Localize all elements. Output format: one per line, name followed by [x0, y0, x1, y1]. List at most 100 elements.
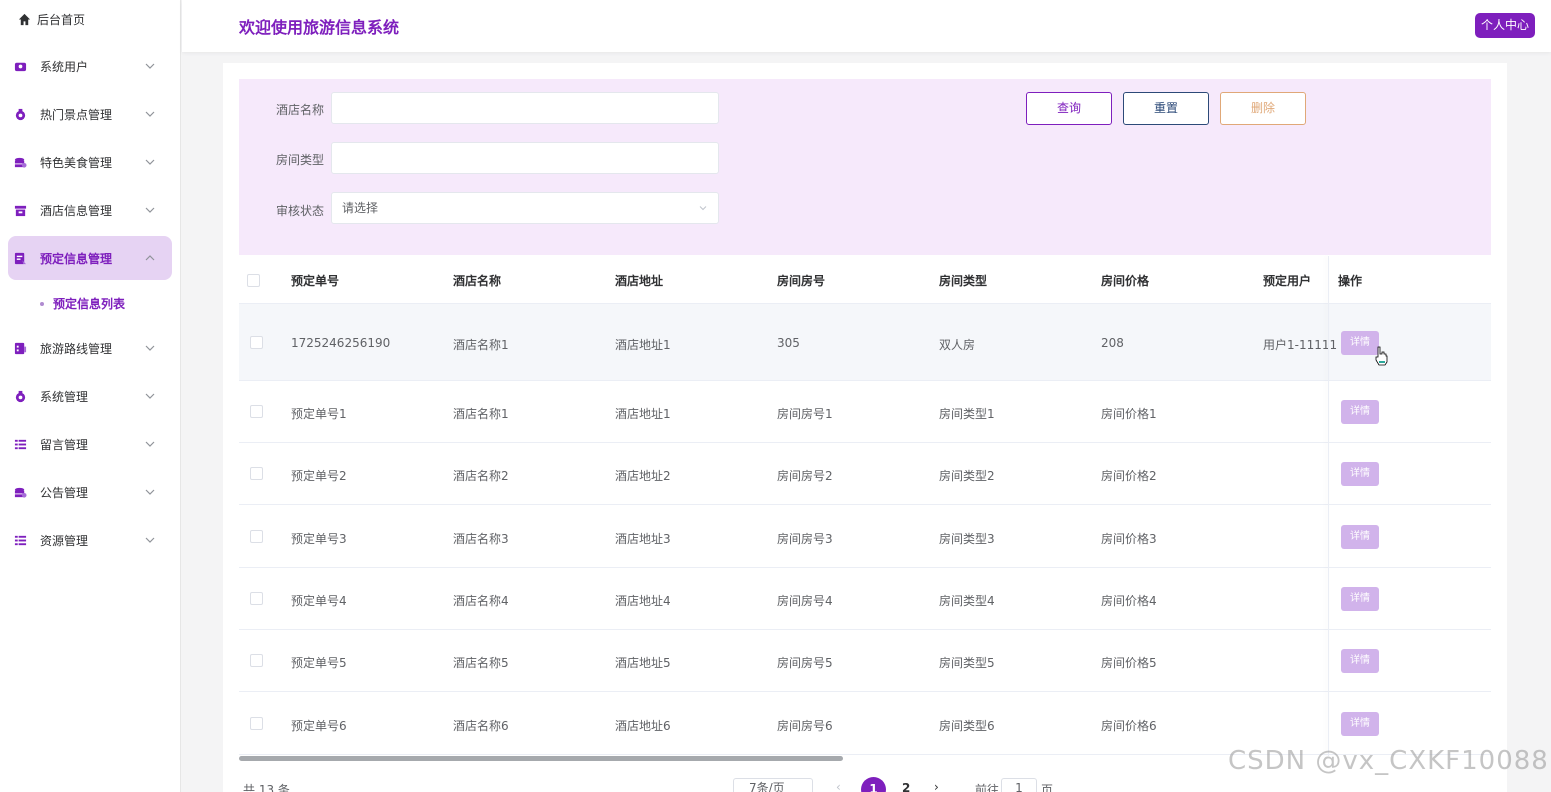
- column-header: 房间类型: [939, 274, 988, 288]
- chevron-down-icon: [145, 159, 155, 165]
- horizontal-scrollbar[interactable]: [239, 756, 843, 761]
- sidebar-item-label: 留言管理: [40, 437, 89, 452]
- prev-page-icon[interactable]: ‹: [836, 780, 841, 792]
- booking-icon: [13, 251, 27, 265]
- table-cell: 房间价格3: [1101, 532, 1157, 546]
- home-icon: [17, 12, 31, 26]
- row-checkbox[interactable]: [250, 530, 263, 543]
- notice-icon: [13, 485, 27, 499]
- table-cell: 208: [1101, 336, 1124, 350]
- table-cell: 预定单号4: [291, 594, 347, 608]
- table-cell: 酒店名称1: [453, 338, 509, 352]
- message-icon: [13, 437, 27, 451]
- sidebar-subitem-booking-list[interactable]: 预定信息列表: [40, 295, 125, 312]
- table-cell: 房间房号1: [777, 407, 833, 421]
- sidebar-item-label: 酒店信息管理: [40, 203, 113, 218]
- user-center-button[interactable]: 个人中心: [1475, 13, 1536, 38]
- table-row[interactable]: 预定单号5 酒店名称5 酒店地址5 房间房号5 房间类型5 房间价格5: [239, 630, 1491, 692]
- sidebar-item-food[interactable]: 特色美食管理: [8, 140, 172, 184]
- column-header: 预定用户: [1263, 274, 1312, 288]
- table-cell: 酒店地址1: [615, 338, 671, 352]
- sidebar-item-resources[interactable]: 资源管理: [8, 518, 172, 562]
- sidebar-item-hotels[interactable]: 酒店信息管理: [8, 188, 172, 232]
- row-checkbox[interactable]: [250, 405, 263, 418]
- sidebar-item-system[interactable]: 系统管理: [8, 374, 172, 418]
- chevron-up-icon: [145, 255, 155, 261]
- row-checkbox[interactable]: [250, 467, 263, 480]
- hotel-name-label: 酒店名称: [276, 103, 325, 117]
- row-checkbox[interactable]: [250, 717, 263, 730]
- room-type-label: 房间类型: [276, 153, 325, 167]
- table-cell: 酒店名称4: [453, 594, 509, 608]
- chevron-down-icon: [145, 489, 155, 495]
- sidebar-item-routes[interactable]: 旅游路线管理: [8, 326, 172, 370]
- sidebar-item-label: 资源管理: [40, 533, 89, 548]
- next-page-icon[interactable]: ›: [934, 780, 939, 792]
- page-size-select[interactable]: 7条/页: [733, 778, 813, 792]
- sidebar-item-bookings[interactable]: 预定信息管理: [8, 236, 172, 280]
- sidebar-item-system-users[interactable]: 系统用户: [8, 44, 172, 88]
- detail-button[interactable]: 详情: [1341, 525, 1379, 549]
- table-cell: 房间类型6: [939, 719, 995, 733]
- chevron-down-icon: [145, 111, 155, 117]
- table-cell: 用户1-11111: [1263, 338, 1338, 352]
- row-checkbox[interactable]: [250, 592, 263, 605]
- goto-prefix: 前往: [975, 783, 1000, 792]
- chevron-down-icon: [145, 63, 155, 69]
- page-button-2[interactable]: 2: [902, 781, 910, 792]
- detail-button[interactable]: 详情: [1341, 587, 1379, 611]
- reset-button[interactable]: 重置: [1123, 92, 1209, 125]
- row-checkbox[interactable]: [250, 336, 263, 349]
- select-all-checkbox[interactable]: [247, 274, 260, 287]
- status-select-placeholder: 请选择: [342, 201, 379, 215]
- chevron-down-icon: [145, 345, 155, 351]
- sidebar-home[interactable]: 后台首页: [0, 0, 180, 38]
- table-cell: 1725246256190: [291, 336, 391, 350]
- table-cell: 305: [777, 336, 800, 350]
- pagination-total: 共 13 条: [243, 783, 290, 792]
- sidebar-item-label: 热门景点管理: [40, 107, 113, 122]
- table-cell: 房间价格1: [1101, 407, 1157, 421]
- watermark: CSDN @vx_CXKF10088: [1228, 746, 1549, 776]
- table-row[interactable]: 预定单号3 酒店名称3 酒店地址3 房间房号3 房间类型3 房间价格3: [239, 505, 1491, 568]
- detail-button[interactable]: 详情: [1341, 649, 1379, 673]
- detail-button[interactable]: 详情: [1341, 462, 1379, 486]
- sidebar-item-label: 特色美食管理: [40, 155, 113, 170]
- column-header: 房间价格: [1101, 274, 1150, 288]
- table-row[interactable]: 预定单号1 酒店名称1 酒店地址1 房间房号1 房间类型1 房间价格1: [239, 381, 1491, 443]
- sidebar-item-attractions[interactable]: 热门景点管理: [8, 92, 172, 136]
- delete-button[interactable]: 删除: [1220, 92, 1306, 125]
- status-select[interactable]: 请选择: [331, 192, 719, 224]
- sidebar-subitem-label: 预定信息列表: [53, 297, 126, 311]
- table-cell: 酒店地址3: [615, 532, 671, 546]
- table-row[interactable]: 1725246256190 酒店名称1 酒店地址1 305 双人房 208 用户1-1111…: [239, 304, 1491, 381]
- table-cell: 酒店地址6: [615, 719, 671, 733]
- table-cell: 酒店地址5: [615, 656, 671, 670]
- table-cell: 预定单号1: [291, 407, 347, 421]
- table-cell: 房间类型4: [939, 594, 995, 608]
- sidebar-item-label: 系统用户: [40, 59, 89, 74]
- sidebar-item-messages[interactable]: 留言管理: [8, 422, 172, 466]
- room-type-input[interactable]: [331, 142, 719, 174]
- row-checkbox[interactable]: [250, 654, 263, 667]
- table-cell: 房间房号3: [777, 532, 833, 546]
- table-row[interactable]: 预定单号4 酒店名称4 酒店地址4 房间房号4 房间类型4 房间价格4: [239, 568, 1491, 630]
- query-button[interactable]: 查询: [1026, 92, 1112, 125]
- table-cell: 房间房号4: [777, 594, 833, 608]
- column-header: 预定单号: [291, 274, 340, 288]
- goto-page-input[interactable]: 1: [1001, 778, 1037, 792]
- top-header: 欢迎使用旅游信息系统 个人中心: [182, 0, 1551, 52]
- food-icon: [13, 155, 27, 169]
- chevron-down-icon: [145, 537, 155, 543]
- table-cell: 酒店名称2: [453, 469, 509, 483]
- sidebar-item-notices[interactable]: 公告管理: [8, 470, 172, 514]
- detail-button[interactable]: 详情: [1341, 400, 1379, 424]
- resource-icon: [13, 533, 27, 547]
- table-row[interactable]: 预定单号2 酒店名称2 酒店地址2 房间房号2 房间类型2 房间价格2: [239, 443, 1491, 505]
- hotel-name-input[interactable]: [331, 92, 719, 124]
- detail-button[interactable]: 详情: [1341, 712, 1379, 736]
- sidebar-item-label: 系统管理: [40, 389, 89, 404]
- column-header: 操作: [1338, 274, 1363, 288]
- table-cell: 酒店地址4: [615, 594, 671, 608]
- chevron-down-icon: [145, 207, 155, 213]
